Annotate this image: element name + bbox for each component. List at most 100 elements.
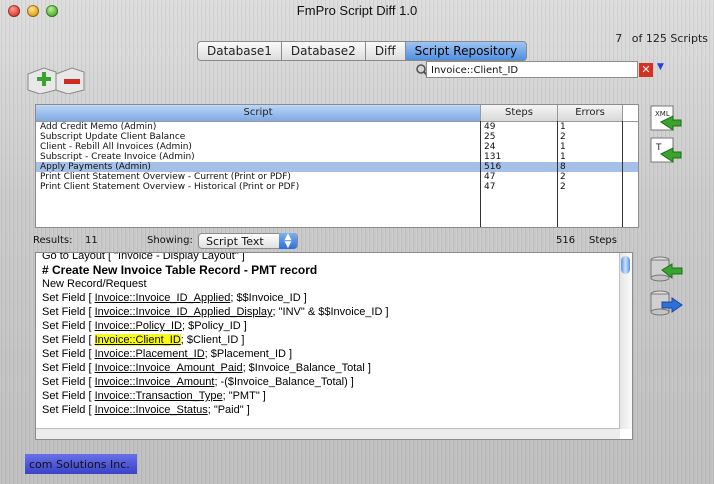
script-name-cell: Print Client Statement Overview - Curren… — [40, 172, 291, 182]
steps-cell: 516 — [484, 162, 502, 172]
field-reference: Invoice::Invoice_Amount_Paid — [94, 362, 243, 374]
script-text-segment: Set Field [ — [42, 306, 95, 318]
tab-bar: Database1 Database2 Diff Script Reposito… — [197, 41, 528, 61]
svg-text:T: T — [655, 143, 662, 153]
script-line: Go to Layout [ "Invoice - Display Layout… — [42, 253, 632, 263]
script-name-cell: Apply Payments (Admin) — [40, 162, 151, 172]
errors-cell: 1 — [560, 142, 566, 152]
xml-export-icon[interactable]: XML — [649, 104, 683, 134]
showing-select[interactable]: Script Text ▲ ▼ — [198, 233, 298, 250]
tab-database2[interactable]: Database2 — [280, 41, 365, 61]
search-input[interactable]: Invoice::Client_ID — [426, 61, 638, 78]
script-line: Set Field [ Invoice::Transaction_Type; "… — [42, 389, 632, 403]
field-reference: Invoice::Client_ID — [94, 334, 181, 346]
field-reference: Invoice::Invoice_Amount — [94, 376, 215, 388]
total-scripts-label: of 125 Scripts — [631, 32, 708, 45]
zoom-window-button[interactable] — [46, 5, 58, 17]
column-divider — [480, 121, 481, 227]
steps-cell: 131 — [484, 152, 502, 162]
table-row[interactable]: Client - Rebill All Invoices (Admin) 24 … — [36, 142, 638, 152]
steps-cell: 47 — [484, 182, 496, 192]
title-bar: FmPro Script Diff 1.0 — [0, 0, 714, 22]
add-script-icon[interactable] — [27, 67, 57, 94]
script-text-segment: Set Field [ — [42, 320, 95, 332]
script-line: # Create New Invoice Table Record - PMT … — [42, 263, 632, 277]
script-text-segment: Set Field [ — [42, 348, 95, 360]
table-row[interactable]: Subscript Update Client Balance 25 2 — [36, 132, 638, 142]
field-reference: Invoice::Placement_ID — [94, 348, 205, 360]
script-counter: 7 of 125 Scripts — [615, 32, 708, 45]
showing-label: Showing: — [147, 235, 193, 246]
script-line: Set Field [ Invoice::Invoice_Status; "Pa… — [42, 403, 632, 417]
script-line: Set Field [ Invoice::Invoice_Amount; -($… — [42, 375, 632, 389]
column-divider — [557, 121, 558, 227]
errors-cell: 2 — [560, 182, 566, 192]
errors-cell: 2 — [560, 132, 566, 142]
text-export-icon[interactable]: T — [649, 136, 683, 166]
showing-select-value: Script Text — [206, 235, 264, 248]
steps-label: Steps — [589, 235, 617, 246]
clear-search-icon[interactable]: ✕ — [639, 63, 653, 77]
steps-cell: 47 — [484, 172, 496, 182]
tab-database1[interactable]: Database1 — [197, 41, 281, 61]
script-line: Set Field [ Invoice::Invoice_ID_Applied_… — [42, 305, 632, 319]
tab-script-repository[interactable]: Script Repository — [404, 41, 528, 61]
script-line: Set Field [ Invoice::Invoice_Amount_Paid… — [42, 361, 632, 375]
search-options-arrow-icon[interactable]: ▼ — [657, 62, 664, 72]
script-text-segment: Set Field [ — [42, 362, 95, 374]
table-row-selected[interactable]: Apply Payments (Admin) 516 8 — [36, 162, 638, 172]
tab-diff[interactable]: Diff — [364, 41, 405, 61]
script-text-segment: ; $Client_ID ] — [180, 334, 245, 346]
company-label: com Solutions Inc. — [25, 454, 137, 474]
steps-count: 516 — [556, 235, 576, 246]
vertical-scrollbar[interactable] — [619, 253, 632, 429]
app-window: FmPro Script Diff 1.0 7 of 125 Scripts D… — [0, 0, 714, 484]
script-name-cell: Add Credit Memo (Admin) — [40, 122, 157, 132]
script-text-segment: ; $Policy_ID ] — [182, 320, 247, 332]
script-text-segment: Set Field [ — [42, 390, 95, 402]
close-window-button[interactable] — [8, 5, 20, 17]
field-reference: Invoice::Policy_ID — [94, 320, 183, 332]
table-row[interactable]: Print Client Statement Overview - Curren… — [36, 172, 638, 182]
script-text-segment: ; "Paid" ] — [207, 404, 250, 416]
table-row[interactable]: Add Credit Memo (Admin) 49 1 — [36, 122, 638, 132]
script-code: Go to Layout [ "Invoice - Display Layout… — [36, 253, 632, 417]
script-name-cell: Client - Rebill All Invoices (Admin) — [40, 142, 192, 152]
script-text-segment: Set Field [ — [42, 334, 95, 346]
script-text-segment: ; "INV" & $$Invoice_ID ] — [272, 306, 389, 318]
field-reference: Invoice::Invoice_ID_Applied — [94, 292, 231, 304]
field-reference: Invoice::Invoice_Status — [94, 404, 208, 416]
errors-cell: 2 — [560, 172, 566, 182]
table-row[interactable]: Print Client Statement Overview - Histor… — [36, 182, 638, 192]
script-line: Set Field [ Invoice::Client_ID; $Client_… — [42, 333, 632, 347]
script-name-cell: Subscript - Create Invoice (Admin) — [40, 152, 195, 162]
script-list-table: Script Steps Errors Add Credit Memo (Adm… — [35, 104, 639, 228]
svg-text:XML: XML — [655, 110, 670, 118]
script-text-view[interactable]: Go to Layout [ "Invoice - Display Layout… — [35, 252, 633, 440]
minimize-window-button[interactable] — [27, 5, 39, 17]
script-text-segment: Set Field [ — [42, 292, 95, 304]
table-row[interactable]: Subscript - Create Invoice (Admin) 131 1 — [36, 152, 638, 162]
script-text-segment: ; $$Invoice_ID ] — [230, 292, 307, 304]
script-text-segment: ; "PMT" ] — [222, 390, 266, 402]
select-stepper-icon[interactable]: ▲ ▼ — [279, 233, 297, 250]
database-export-icon[interactable] — [648, 288, 684, 318]
script-text-segment: ; $Placement_ID ] — [204, 348, 293, 360]
script-line: Set Field [ Invoice::Placement_ID; $Plac… — [42, 347, 632, 361]
column-header-script[interactable]: Script — [36, 105, 481, 121]
database-import-icon[interactable] — [648, 254, 684, 284]
script-text-segment: ; $Invoice_Balance_Total ] — [242, 362, 371, 374]
column-header-steps[interactable]: Steps — [481, 105, 558, 121]
results-count: 11 — [85, 235, 98, 246]
column-header-errors[interactable]: Errors — [558, 105, 623, 121]
results-label: Results: — [33, 235, 73, 246]
script-name-cell: Subscript Update Client Balance — [40, 132, 186, 142]
remove-script-icon[interactable] — [55, 67, 85, 94]
errors-cell: 1 — [560, 122, 566, 132]
script-line: Set Field [ Invoice::Invoice_ID_Applied;… — [42, 291, 632, 305]
scroll-thumb[interactable] — [621, 256, 630, 274]
horizontal-scrollbar[interactable] — [36, 428, 620, 439]
script-text-segment: Set Field [ — [42, 404, 95, 416]
window-title: FmPro Script Diff 1.0 — [296, 3, 418, 18]
steps-cell: 25 — [484, 132, 496, 142]
